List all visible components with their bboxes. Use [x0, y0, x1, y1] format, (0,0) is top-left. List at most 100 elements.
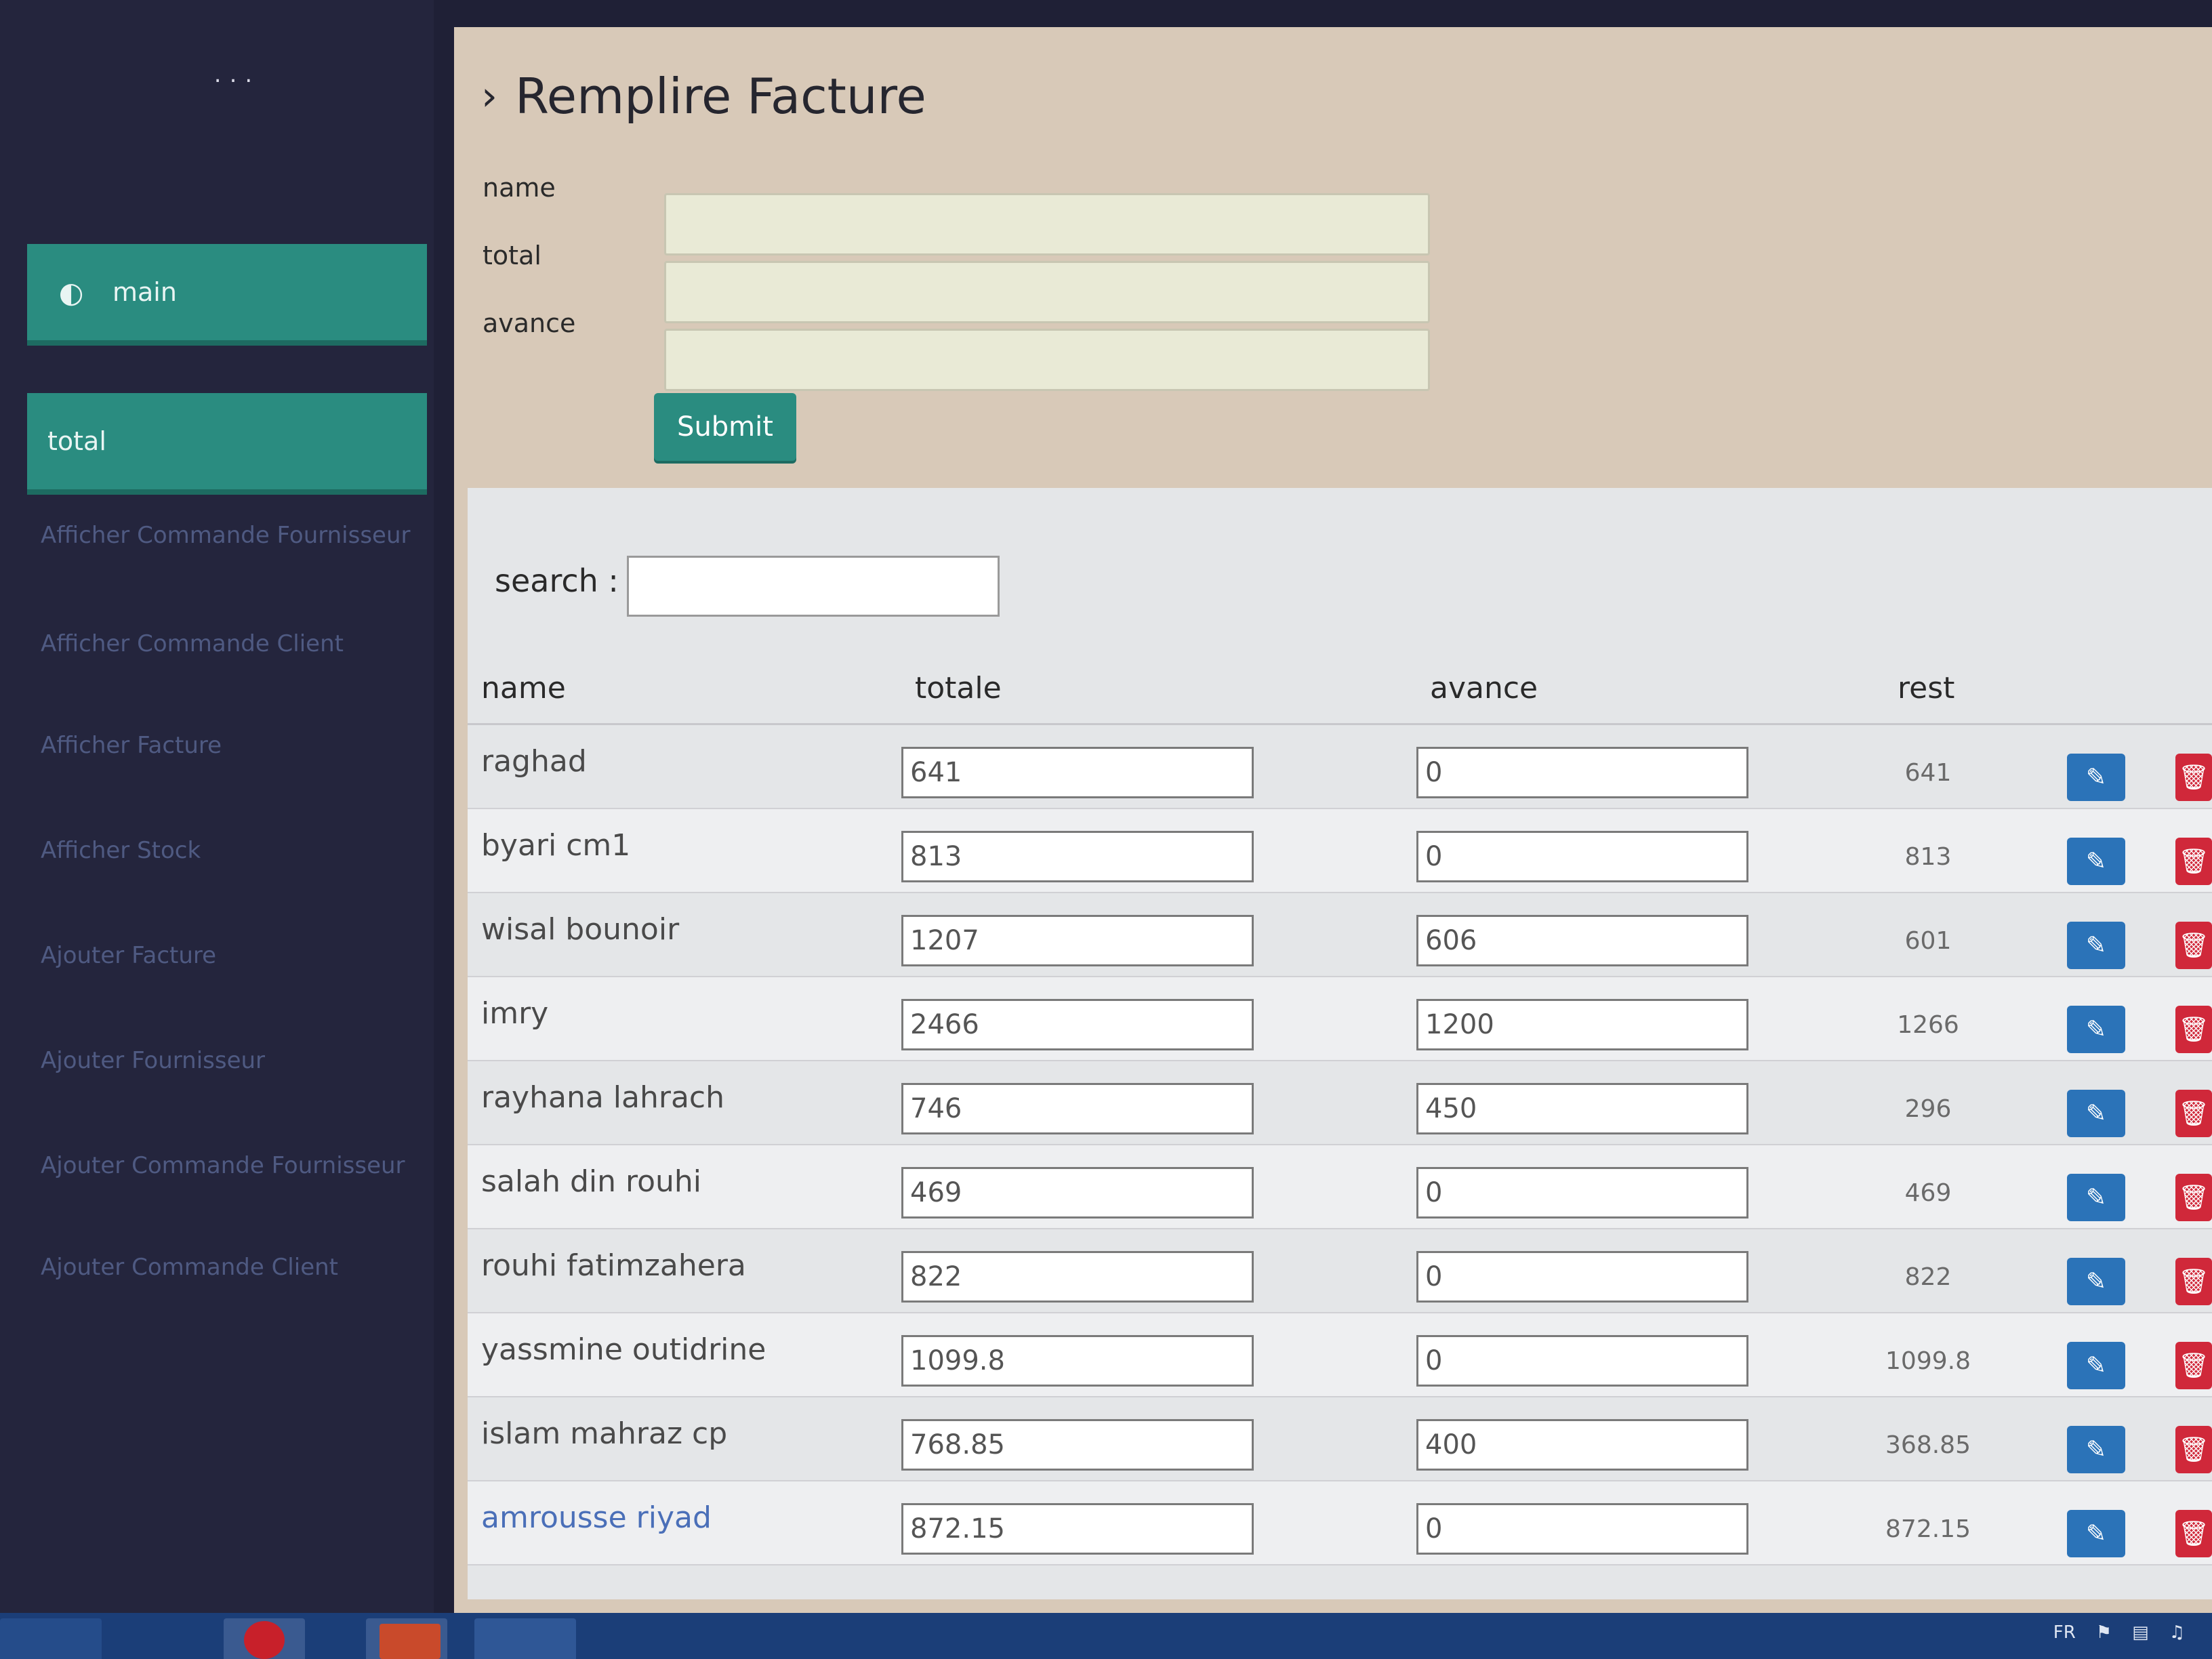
- row-totale-input[interactable]: [901, 1419, 1254, 1471]
- pencil-icon: ✎: [2085, 1351, 2107, 1379]
- name-label: name: [483, 173, 556, 203]
- trash-icon: 🗑: [2178, 931, 2209, 959]
- row-rest: 822: [1904, 1263, 1952, 1291]
- row-totale-input[interactable]: [901, 999, 1254, 1050]
- row-name: byari cm1: [481, 828, 631, 863]
- delete-button[interactable]: 🗑: [2175, 1510, 2212, 1557]
- row-rest: 601: [1904, 927, 1952, 955]
- delete-button[interactable]: 🗑: [2175, 754, 2212, 801]
- sidebar-item-main[interactable]: ◐ main: [27, 244, 427, 346]
- chevron-right-icon: ›: [481, 73, 497, 120]
- row-avance-input[interactable]: [1416, 999, 1748, 1050]
- delete-button[interactable]: 🗑: [2175, 1342, 2212, 1389]
- edit-button[interactable]: ✎: [2067, 754, 2125, 801]
- row-totale-input[interactable]: [901, 1083, 1254, 1134]
- row-rest: 469: [1904, 1179, 1952, 1207]
- edit-button[interactable]: ✎: [2067, 1174, 2125, 1221]
- pencil-icon: ✎: [2085, 1267, 2107, 1295]
- sidebar-link-ajouter-facture[interactable]: Ajouter Facture: [27, 942, 427, 969]
- row-name: amrousse riyad: [481, 1500, 712, 1535]
- trash-icon: 🗑: [2178, 1015, 2209, 1043]
- row-name: raghad: [481, 744, 587, 779]
- name-field[interactable]: [664, 193, 1430, 255]
- search-input[interactable]: [627, 556, 1000, 617]
- flag-icon[interactable]: ⚑: [2096, 1622, 2112, 1643]
- sidebar: ... ◐ main total Afficher Commande Fourn…: [0, 0, 434, 1659]
- trash-icon: 🗑: [2178, 1183, 2209, 1211]
- app-icon: [380, 1624, 441, 1659]
- row-totale-input[interactable]: [901, 915, 1254, 966]
- row-name: islam mahraz cp: [481, 1416, 728, 1451]
- sidebar-item-total[interactable]: total: [27, 393, 427, 495]
- submit-button[interactable]: Submit: [654, 393, 796, 461]
- row-avance-input[interactable]: [1416, 1167, 1748, 1218]
- sidebar-link-afficher-commande-fournisseur[interactable]: Afficher Commande Fournisseur: [27, 522, 427, 549]
- edit-button[interactable]: ✎: [2067, 838, 2125, 885]
- edit-button[interactable]: ✎: [2067, 1426, 2125, 1473]
- sidebar-link-ajouter-commande-fournisseur[interactable]: Ajouter Commande Fournisseur: [27, 1152, 427, 1179]
- row-totale-input[interactable]: [901, 1503, 1254, 1555]
- delete-button[interactable]: 🗑: [2175, 1174, 2212, 1221]
- edit-button[interactable]: ✎: [2067, 1258, 2125, 1305]
- sidebar-link-ajouter-commande-client[interactable]: Ajouter Commande Client: [27, 1254, 427, 1281]
- total-field[interactable]: [664, 261, 1430, 323]
- row-avance-input[interactable]: [1416, 1419, 1748, 1471]
- row-avance-input[interactable]: [1416, 1503, 1748, 1555]
- delete-button[interactable]: 🗑: [2175, 1258, 2212, 1305]
- row-totale-input[interactable]: [901, 747, 1254, 798]
- row-totale-input[interactable]: [901, 831, 1254, 882]
- delete-button[interactable]: 🗑: [2175, 1090, 2212, 1137]
- header-avance: avance: [1430, 671, 1538, 705]
- row-avance-input[interactable]: [1416, 1335, 1748, 1387]
- edit-button[interactable]: ✎: [2067, 1510, 2125, 1557]
- delete-button[interactable]: 🗑: [2175, 838, 2212, 885]
- table-row: amrousse riyad 872.15 ✎ 🗑: [468, 1481, 2212, 1565]
- pencil-icon: ✎: [2085, 931, 2107, 959]
- row-rest: 296: [1904, 1095, 1952, 1123]
- sidebar-link-afficher-stock[interactable]: Afficher Stock: [27, 837, 427, 864]
- trash-icon: 🗑: [2178, 1267, 2209, 1295]
- row-rest: 368.85: [1885, 1431, 1971, 1459]
- main-panel: › Remplire Facture name total avance Sub…: [454, 27, 2212, 1613]
- delete-button[interactable]: 🗑: [2175, 1426, 2212, 1473]
- edit-button[interactable]: ✎: [2067, 1090, 2125, 1137]
- trash-icon: 🗑: [2178, 1435, 2209, 1463]
- header-rest: rest: [1898, 671, 1955, 705]
- network-icon[interactable]: ▤: [2132, 1622, 2149, 1643]
- delete-button[interactable]: 🗑: [2175, 922, 2212, 969]
- browser-icon: [244, 1621, 285, 1659]
- language-indicator[interactable]: FR: [2053, 1622, 2076, 1643]
- row-totale-input[interactable]: [901, 1167, 1254, 1218]
- logo: ...: [213, 61, 261, 88]
- pencil-icon: ✎: [2085, 1519, 2107, 1547]
- search-label: search :: [495, 562, 619, 599]
- row-name: yassmine outidrine: [481, 1332, 766, 1367]
- row-totale-input[interactable]: [901, 1335, 1254, 1387]
- sidebar-item-label: main: [112, 277, 177, 307]
- taskbar-item[interactable]: [0, 1618, 102, 1659]
- row-totale-input[interactable]: [901, 1251, 1254, 1303]
- trash-icon: 🗑: [2178, 1351, 2209, 1379]
- table-row: byari cm1 813 ✎ 🗑: [468, 809, 2212, 893]
- row-rest: 1099.8: [1885, 1347, 1971, 1375]
- edit-button[interactable]: ✎: [2067, 922, 2125, 969]
- row-avance-input[interactable]: [1416, 747, 1748, 798]
- row-avance-input[interactable]: [1416, 831, 1748, 882]
- dashboard-icon: ◐: [58, 275, 84, 309]
- edit-button[interactable]: ✎: [2067, 1006, 2125, 1053]
- taskbar-item[interactable]: [474, 1618, 576, 1659]
- table-row: raghad 641 ✎ 🗑: [468, 725, 2212, 809]
- row-rest: 1266: [1897, 1011, 1959, 1039]
- edit-button[interactable]: ✎: [2067, 1342, 2125, 1389]
- avance-field[interactable]: [664, 329, 1430, 391]
- delete-button[interactable]: 🗑: [2175, 1006, 2212, 1053]
- pencil-icon: ✎: [2085, 763, 2107, 791]
- sidebar-link-ajouter-fournisseur[interactable]: Ajouter Fournisseur: [27, 1047, 427, 1074]
- header-name: name: [481, 671, 566, 705]
- row-avance-input[interactable]: [1416, 915, 1748, 966]
- row-avance-input[interactable]: [1416, 1251, 1748, 1303]
- sidebar-link-afficher-commande-client[interactable]: Afficher Commande Client: [27, 630, 427, 657]
- row-avance-input[interactable]: [1416, 1083, 1748, 1134]
- sidebar-link-afficher-facture[interactable]: Afficher Facture: [27, 732, 427, 759]
- volume-icon[interactable]: ♫: [2169, 1622, 2185, 1643]
